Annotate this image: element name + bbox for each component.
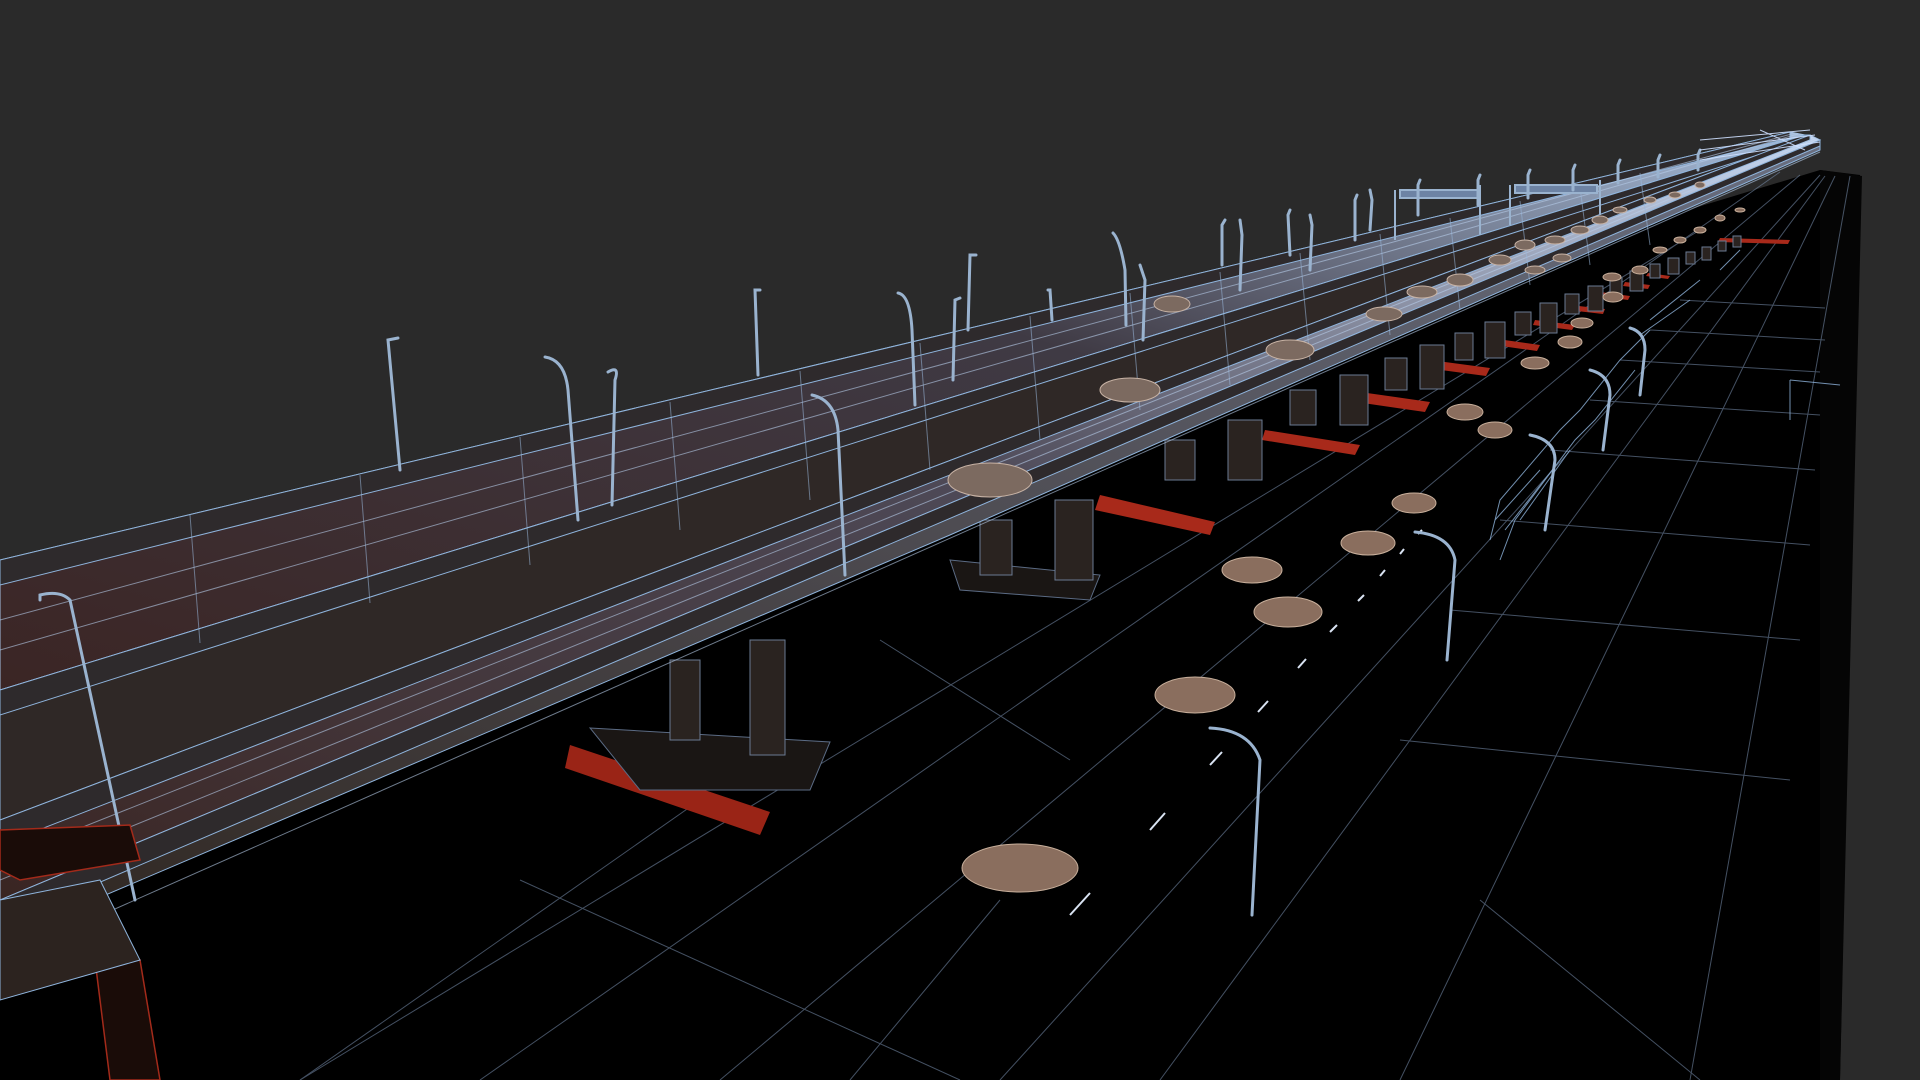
3d-wireframe-viewport[interactable]: [0, 0, 1920, 1080]
ground-side-face: [1820, 170, 1862, 1080]
